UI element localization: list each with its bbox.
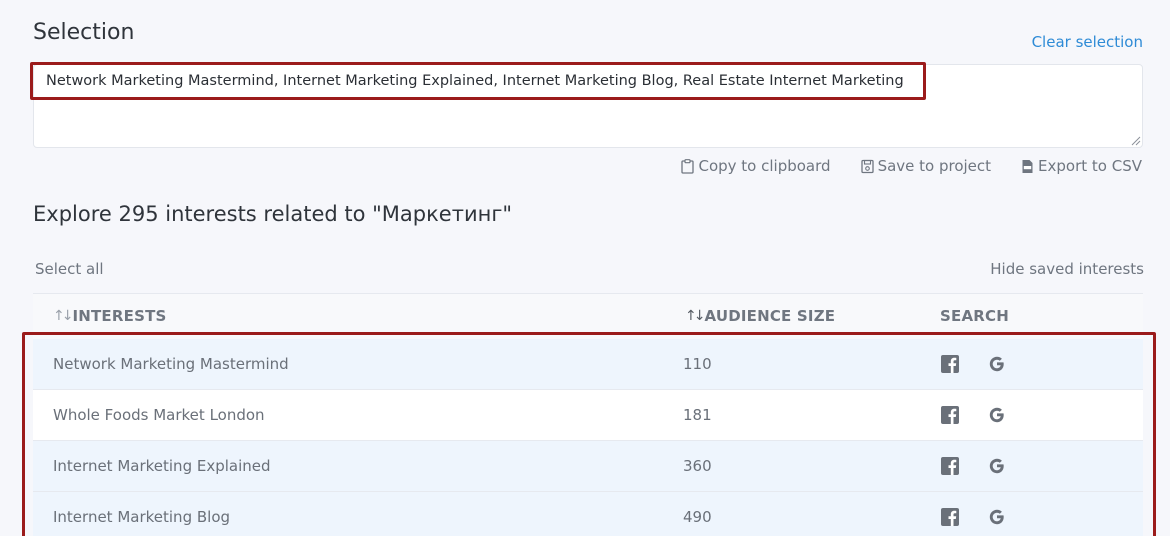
floppy-icon: [860, 159, 874, 173]
table-row[interactable]: Whole Foods Market London 181: [33, 390, 1143, 441]
export-label: Export to CSV: [1038, 157, 1142, 175]
export-to-csv-button[interactable]: Export to CSV: [1021, 157, 1142, 175]
csv-file-icon: [1022, 159, 1033, 173]
table-row[interactable]: Network Marketing Mastermind 110: [33, 339, 1143, 390]
sort-icon: ↑↓: [53, 308, 74, 324]
selected-interests-text: Network Marketing Mastermind, Internet M…: [30, 62, 926, 100]
hide-saved-interests-link[interactable]: Hide saved interests: [990, 260, 1144, 278]
audience-size: 110: [683, 355, 712, 373]
textarea-resize-handle[interactable]: [1131, 136, 1141, 146]
interest-name: Internet Marketing Blog: [53, 508, 231, 526]
clear-selection-link[interactable]: Clear selection: [1032, 33, 1143, 51]
interest-name: Whole Foods Market London: [53, 406, 265, 424]
search-header-label: SEARCH: [940, 307, 1009, 325]
facebook-icon[interactable]: [941, 457, 959, 475]
interests-column-header[interactable]: ↑↓ INTERESTS: [53, 307, 167, 325]
audience-header-label: AUDIENCE SIZE: [704, 307, 836, 325]
audience-size: 360: [683, 457, 712, 475]
sort-icon: ↑↓: [685, 308, 706, 324]
interest-name: Network Marketing Mastermind: [53, 355, 289, 373]
table-row[interactable]: Internet Marketing Blog 490: [33, 492, 1143, 536]
interest-explorer: Selection Clear selection Network Market…: [0, 0, 1170, 536]
audience-size: 181: [683, 406, 712, 424]
facebook-icon[interactable]: [941, 508, 959, 526]
search-column-header: SEARCH: [940, 307, 1009, 325]
google-icon[interactable]: [988, 508, 1006, 526]
google-icon[interactable]: [988, 406, 1006, 424]
clipboard-icon: [681, 158, 695, 174]
save-to-project-button[interactable]: Save to project: [860, 157, 992, 175]
copy-label: Copy to clipboard: [698, 157, 831, 175]
audience-column-header[interactable]: ↑↓ AUDIENCE SIZE: [685, 307, 835, 325]
table-header: ↑↓ INTERESTS ↑↓ AUDIENCE SIZE SEARCH: [33, 294, 1143, 339]
facebook-icon[interactable]: [941, 355, 959, 373]
audience-size: 490: [683, 508, 712, 526]
google-icon[interactable]: [988, 355, 1006, 373]
select-all-link[interactable]: Select all: [35, 260, 104, 278]
interests-header-label: INTERESTS: [72, 307, 167, 325]
save-label: Save to project: [877, 157, 992, 175]
interests-table: ↑↓ INTERESTS ↑↓ AUDIENCE SIZE SEARCH Net…: [33, 293, 1143, 536]
table-row[interactable]: Internet Marketing Explained 360: [33, 441, 1143, 492]
facebook-icon[interactable]: [941, 406, 959, 424]
copy-to-clipboard-button[interactable]: Copy to clipboard: [681, 157, 831, 175]
interest-name: Internet Marketing Explained: [53, 457, 271, 475]
google-icon[interactable]: [988, 457, 1006, 475]
selection-actions: Copy to clipboard Save to project Export…: [681, 157, 1142, 175]
explore-title: Explore 295 interests related to "Маркет…: [33, 202, 513, 226]
selection-title: Selection: [33, 20, 135, 45]
